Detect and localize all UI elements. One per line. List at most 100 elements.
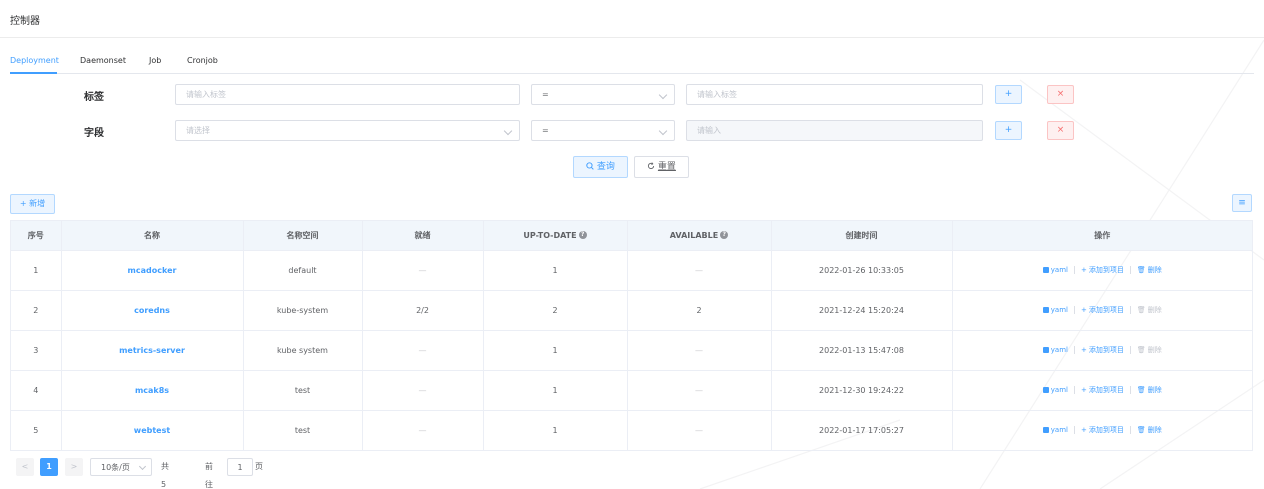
add-to-project-button[interactable]: + 添加到项目 [1081, 386, 1124, 394]
cell-ready: — [362, 250, 484, 291]
deployment-name-link[interactable]: mcak8s [135, 386, 169, 395]
delete-button[interactable]: 🗑 删除 [1137, 306, 1162, 314]
cell-index: 3 [11, 330, 62, 371]
header-index: 序号 [11, 221, 62, 251]
deployment-name-link[interactable]: coredns [134, 306, 170, 315]
field-key-select[interactable]: 请选择 [175, 120, 520, 141]
yaml-button[interactable]: yaml [1042, 386, 1068, 394]
action-divider [1073, 266, 1075, 274]
cell-actions: yaml + 添加到项目 🗑 删除 [952, 290, 1252, 331]
cell-name: coredns [61, 290, 244, 331]
action-divider [1129, 346, 1131, 354]
table-row: 1 mcadocker default —1—2022-01-26 10:33:05 y… [11, 250, 1252, 291]
chevron-down-icon [138, 462, 147, 471]
add-to-project-button[interactable]: + 添加到项目 [1081, 306, 1124, 314]
help-icon: ? [720, 231, 729, 240]
chevron-down-icon [658, 126, 668, 136]
yaml-button[interactable]: yaml [1042, 266, 1068, 274]
label-key-input[interactable]: 请输入标签 [175, 84, 520, 105]
cell-index: 5 [11, 410, 62, 450]
tab-job[interactable]: Job [149, 56, 161, 65]
trash-icon: 🗑 [1136, 426, 1146, 435]
add-to-project-button[interactable]: + 添加到项目 [1081, 426, 1124, 434]
page-1-button[interactable]: 1 [40, 458, 58, 476]
page-size-select[interactable]: 10条/页 [90, 458, 152, 476]
delete-button[interactable]: 🗑 删除 [1137, 386, 1162, 394]
add-deployment-button[interactable]: + 新增 [10, 194, 55, 214]
cell-name: mcak8s [61, 370, 244, 411]
cell-uptodate: 2 [483, 290, 628, 331]
cell-namespace: test [243, 370, 363, 411]
prev-page-button[interactable]: < [16, 458, 34, 476]
yaml-button[interactable]: yaml [1042, 426, 1068, 434]
add-to-project-button[interactable]: + 添加到项目 [1081, 266, 1124, 274]
field-operator-select[interactable]: = [531, 120, 675, 141]
label-operator-select[interactable]: = [531, 84, 675, 105]
yaml-label: yaml [1050, 266, 1068, 274]
trash-icon: 🗑 [1136, 306, 1146, 314]
column-settings-button[interactable]: ≡ [1232, 194, 1252, 212]
tab-deployment[interactable]: Deployment [10, 56, 59, 65]
reset-button-label: 重置 [657, 162, 676, 172]
cell-available: — [627, 330, 772, 371]
plus-icon: + [1080, 306, 1087, 314]
cell-namespace: kube system [243, 330, 363, 371]
query-button-label: 查询 [596, 162, 615, 172]
cell-index: 2 [11, 290, 62, 331]
file-icon [1042, 347, 1049, 353]
header-ready: 就绪 [362, 221, 484, 251]
cell-available: — [627, 410, 772, 450]
cell-index: 4 [11, 370, 62, 411]
trash-icon: 🗑 [1136, 266, 1146, 274]
file-icon [1042, 387, 1049, 393]
file-icon [1042, 267, 1049, 273]
add-to-project-label: 添加到项目 [1088, 426, 1124, 435]
yaml-label: yaml [1050, 306, 1068, 314]
table-row: 5 webtest test —1—2022-01-17 17:05:27 yaml + 添… [11, 410, 1252, 450]
yaml-label: yaml [1050, 346, 1068, 354]
field-key-placeholder: 请选择 [186, 126, 210, 135]
deployment-name-link[interactable]: metrics-server [119, 346, 185, 355]
cell-uptodate: 1 [483, 250, 628, 291]
next-page-button[interactable]: > [65, 458, 83, 476]
cell-uptodate: 1 [483, 370, 628, 411]
cell-available: — [627, 370, 772, 411]
deployment-name-link[interactable]: mcadocker [128, 266, 177, 275]
header-actions: 操作 [952, 221, 1252, 251]
tab-daemonset[interactable]: Daemonset [80, 56, 126, 65]
reset-button[interactable]: 重置 [634, 156, 689, 178]
yaml-button[interactable]: yaml [1042, 306, 1068, 314]
tab-cronjob[interactable]: Cronjob [187, 56, 218, 65]
trash-icon: 🗑 [1136, 346, 1146, 354]
cell-ready: 2/2 [362, 290, 484, 331]
page-size-value: 10条/页 [101, 463, 130, 472]
add-label-condition-button[interactable]: + [995, 85, 1022, 104]
action-divider [1129, 426, 1131, 435]
query-button[interactable]: 查询 [573, 156, 628, 178]
action-divider [1129, 306, 1131, 314]
header-available-label: AVAILABLE [669, 230, 719, 240]
add-field-condition-button[interactable]: + [995, 121, 1022, 140]
trash-icon: 🗑 [1136, 386, 1146, 394]
label-value-input[interactable]: 请输入标签 [686, 84, 983, 105]
cell-name: metrics-server [61, 330, 244, 371]
add-to-project-label: 添加到项目 [1088, 346, 1124, 354]
goto-page-input[interactable]: 1 [227, 458, 253, 476]
deployment-name-link[interactable]: webtest [134, 426, 170, 435]
header-available: AVAILABLE? [627, 221, 772, 251]
delete-button[interactable]: 🗑 删除 [1137, 266, 1162, 274]
delete-label: 删除 [1147, 266, 1162, 274]
tab-active-indicator [10, 72, 57, 74]
remove-label-condition-button[interactable]: × [1047, 85, 1074, 104]
cell-name: webtest [61, 410, 244, 450]
search-icon [586, 162, 594, 170]
field-value-input[interactable]: 请输入 [686, 120, 983, 141]
add-to-project-button[interactable]: + 添加到项目 [1081, 346, 1124, 354]
delete-button[interactable]: 🗑 删除 [1137, 346, 1162, 354]
yaml-button[interactable]: yaml [1042, 346, 1068, 354]
file-icon [1042, 307, 1049, 313]
header-namespace: 名称空间 [243, 221, 363, 251]
table-row: 2 coredns kube-system 2/2 2 2 2021-12-24 15:20… [11, 290, 1252, 331]
delete-button[interactable]: 🗑 删除 [1137, 426, 1162, 434]
remove-field-condition-button[interactable]: × [1047, 121, 1074, 140]
